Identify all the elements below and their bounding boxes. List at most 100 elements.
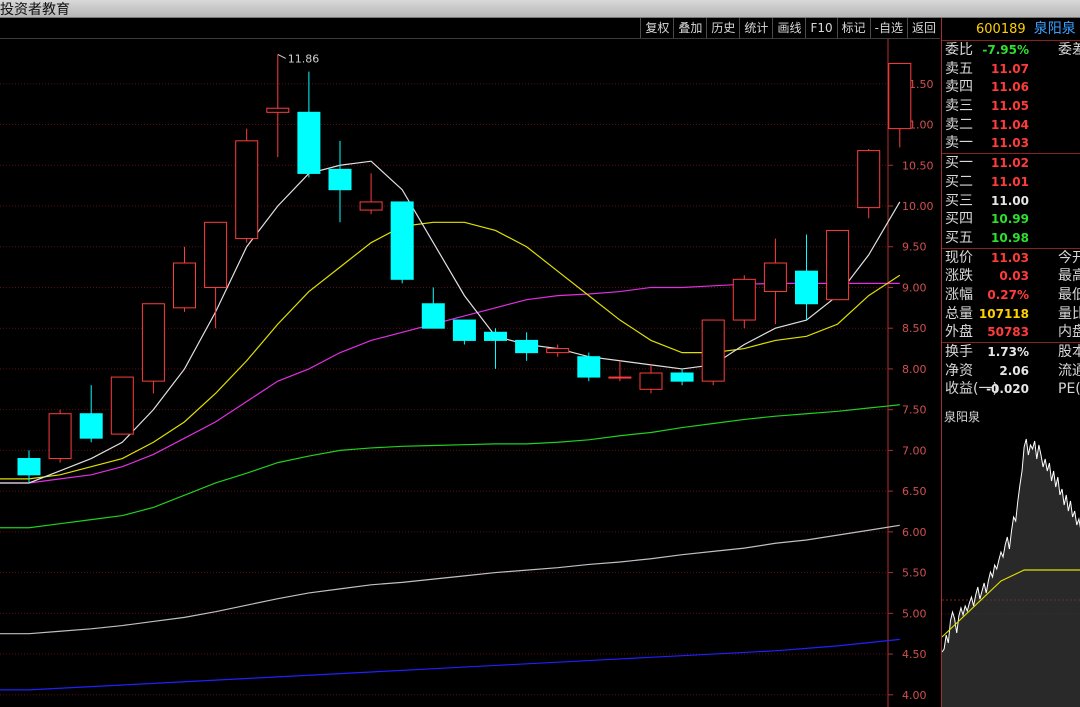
quote-label: 买四: [945, 211, 973, 228]
ma5-line: [0, 160, 901, 484]
candle-body: [639, 372, 663, 390]
candle-body: [297, 111, 321, 174]
high-label: 11.86: [288, 52, 320, 65]
y-tick-label: 8.50: [902, 322, 927, 335]
kline-chart[interactable]: 11.50 11.00 10.50 10.00 9.50 9.00 8.50 8.00 7.50…: [0, 39, 940, 707]
toolbar-button-8[interactable]: 返回: [906, 18, 940, 38]
quote-label: 卖三: [945, 98, 973, 115]
quote-value: 11.04: [991, 117, 1029, 132]
y-tick-label: 9.00: [902, 281, 927, 294]
candle-body: [670, 372, 694, 382]
quote-extra-label: 量比: [1058, 305, 1080, 322]
quote-row: 买四 10.99: [942, 210, 1080, 229]
quote-value: 0.27%: [987, 287, 1029, 302]
quote-value: 11.07: [991, 61, 1029, 76]
quote-value: 11.01: [991, 174, 1029, 189]
intraday-mini-chart[interactable]: [942, 424, 1080, 707]
quote-value: 11.00: [991, 193, 1029, 208]
quote-value: 11.06: [991, 80, 1029, 95]
candle-body: [701, 319, 725, 382]
candle-body: [421, 303, 445, 329]
candle-body: [484, 331, 507, 341]
candle-body: [515, 339, 539, 354]
quote-label: 委比: [945, 42, 973, 58]
y-tick-label: 5.50: [902, 567, 927, 580]
quote-panel: 600189 泉阳泉 委比 -7.95% 委差 卖五 11.07 卖四 11.06 卖三 11.…: [941, 18, 1080, 707]
quote-label: 净资: [945, 362, 973, 379]
toolbar-button-7[interactable]: -自选: [869, 18, 907, 38]
quote-row: 卖一 11.03: [942, 134, 1080, 153]
y-tick-label: 7.50: [902, 404, 927, 417]
candle-body: [359, 201, 383, 211]
y-tick-label: 7.00: [902, 444, 927, 457]
candle-body: [577, 356, 601, 378]
candle-body: [110, 376, 134, 435]
y-tick-label: 5.00: [902, 607, 927, 620]
quote-value: 1.73%: [987, 345, 1029, 359]
stock-code: 600189: [976, 22, 1026, 37]
candle-body: [795, 270, 818, 305]
app-title: 投资者教育: [0, 2, 70, 18]
quote-label: 买五: [945, 229, 973, 246]
quote-value: 10.98: [991, 230, 1029, 245]
stock-name[interactable]: 泉阳泉: [1034, 21, 1076, 37]
quote-value: 50783: [987, 325, 1029, 340]
quote-value: 11.03: [991, 250, 1029, 265]
title-bar: 投资者教育: [0, 0, 1080, 18]
quote-value: 10.99: [991, 212, 1029, 227]
quote-row: 总量 107118 量比: [942, 305, 1080, 324]
toolbar-button-6[interactable]: 标记: [836, 18, 870, 38]
quote-row: 买一 11.02: [942, 153, 1080, 173]
quote-label: 卖五: [945, 60, 973, 77]
y-tick-label: 4.50: [902, 648, 927, 661]
y-tick-label: 10.00: [902, 200, 934, 213]
candle-body: [328, 168, 352, 191]
quote-label: 涨幅: [945, 286, 973, 303]
quote-value: -0.020: [986, 382, 1029, 397]
toolbar-button-3[interactable]: 统计: [739, 18, 772, 38]
candle-body: [17, 458, 41, 476]
quote-label: 现价: [945, 249, 973, 266]
candle-body: [608, 376, 632, 379]
y-tick-label: 6.00: [902, 526, 927, 539]
toolbar-button-0[interactable]: 复权: [640, 18, 673, 38]
candle-body: [732, 278, 756, 321]
quote-label: 卖一: [945, 135, 973, 152]
candle-body: [546, 348, 570, 354]
candle-body: [204, 221, 228, 288]
quote-extra-label: 股本: [1058, 344, 1080, 360]
quote-label: 买一: [945, 155, 973, 172]
quote-row: 净资 2.06 流通: [942, 362, 1080, 381]
quote-value: 11.03: [991, 136, 1029, 151]
candle-body: [452, 319, 476, 341]
kline-svg[interactable]: 11.5011.0010.5010.009.509.008.508.007.50…: [0, 39, 940, 707]
toolbar-button-5[interactable]: F10: [805, 18, 836, 38]
toolbar-button-4[interactable]: 画线: [772, 18, 805, 38]
stock-header: 600189 泉阳泉: [942, 18, 1080, 41]
candle-body: [235, 140, 259, 240]
quote-extra-label: 最低: [1058, 286, 1080, 303]
candle-body: [266, 107, 290, 113]
mini-area: [942, 439, 1080, 707]
candle-body: [79, 413, 103, 439]
quote-row: 委比 -7.95% 委差: [942, 41, 1080, 60]
quote-value: 11.05: [991, 99, 1029, 114]
quote-row: 买二 11.01: [942, 173, 1080, 192]
quote-value: 0.03: [999, 269, 1029, 284]
quote-extra-label: 最高: [1058, 268, 1080, 285]
quote-rows: 委比 -7.95% 委差 卖五 11.07 卖四 11.06 卖三 11.05 卖二 11.04 卖一…: [942, 41, 1080, 399]
quote-row: 卖五 11.07: [942, 60, 1080, 79]
quote-row: 收益(一)-0.020PE(动): [942, 380, 1080, 399]
quote-value: -7.95%: [982, 43, 1029, 57]
toolbar-button-1[interactable]: 叠加: [673, 18, 706, 38]
toolbar-button-2[interactable]: 历史: [706, 18, 739, 38]
quote-row: 卖四 11.06: [942, 78, 1080, 97]
quote-row: 涨幅 0.27% 最低: [942, 286, 1080, 305]
quote-label: 涨跌: [945, 268, 973, 285]
quote-row: 买五 10.98: [942, 229, 1080, 248]
quote-extra-label: 今开: [1058, 249, 1080, 266]
y-tick-label: 6.50: [902, 485, 927, 498]
y-tick-label: 10.50: [902, 159, 934, 172]
chart-toolbar: 复权 叠加 历史 统计 画线 F10 标记 -自选 返回: [0, 18, 940, 39]
quote-row: 买三 11.00: [942, 192, 1080, 211]
